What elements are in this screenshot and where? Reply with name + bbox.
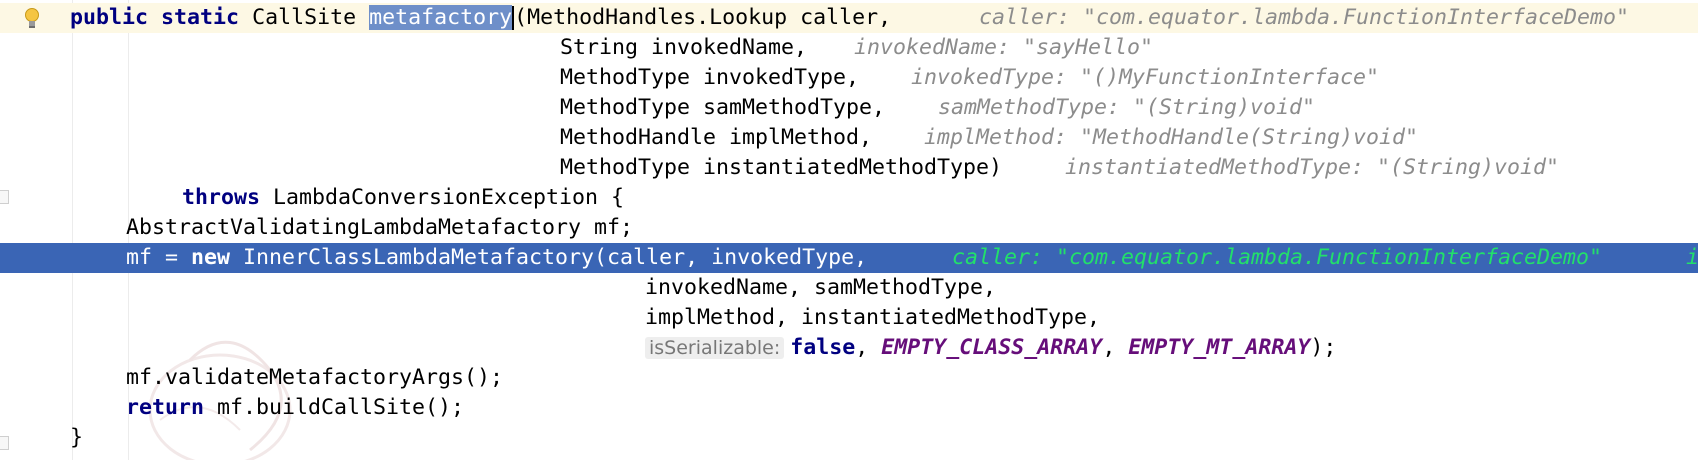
inline-debug-hint: implMethod: "MethodHandle(String)void"	[924, 125, 1419, 150]
keyword: new	[191, 245, 231, 270]
inline-debug-hint-truncated: i	[1686, 245, 1698, 270]
code-text: mf =	[126, 245, 192, 270]
code-text: mf.validateMetafactoryArgs();	[126, 365, 504, 390]
lightbulb-icon[interactable]	[22, 7, 42, 29]
parameter-name-hint: isSerializable:	[645, 337, 785, 359]
code-line-14[interactable]: return mf.buildCallSite();	[0, 393, 1698, 423]
code-text: ,	[1102, 335, 1129, 360]
code-line-13[interactable]: mf.validateMetafactoryArgs();	[0, 363, 1698, 393]
code-line-10[interactable]: invokedName, samMethodType,	[0, 273, 1698, 303]
keyword: return	[126, 395, 205, 420]
code-text: MethodType invokedType,	[560, 65, 860, 90]
inline-debug-hint: invokedName: "sayHello"	[854, 35, 1154, 60]
code-text: AbstractValidatingLambdaMetafactory mf;	[126, 215, 634, 240]
code-text: invokedName, samMethodType,	[645, 275, 997, 300]
code-text: implMethod, instantiatedMethodType,	[645, 305, 1101, 330]
keyword: throws	[182, 185, 261, 210]
code-text: );	[1310, 335, 1337, 360]
code-line-3[interactable]: MethodType invokedType, invokedType: "()…	[0, 63, 1698, 93]
code-text: MethodType instantiatedMethodType)	[560, 155, 1003, 180]
constant: EMPTY_CLASS_ARRAY	[881, 335, 1103, 360]
keyword: false	[790, 335, 856, 360]
code-text: MethodHandle implMethod,	[560, 125, 873, 150]
code-text: }	[70, 425, 84, 450]
inline-debug-hint: instantiatedMethodType: "(String)void"	[1065, 155, 1560, 180]
code-line-15[interactable]: }	[0, 423, 1698, 453]
code-line-8[interactable]: AbstractValidatingLambdaMetafactory mf;	[0, 213, 1698, 243]
code-line-6[interactable]: MethodType instantiatedMethodType) insta…	[0, 153, 1698, 183]
code-line-2[interactable]: String invokedName, invokedName: "sayHel…	[0, 33, 1698, 63]
code-line-1[interactable]: public static CallSite metafactory(Metho…	[0, 3, 1698, 33]
return-type: CallSite	[252, 5, 357, 30]
code-text: ,	[855, 335, 882, 360]
code-line-5[interactable]: MethodHandle implMethod, implMethod: "Me…	[0, 123, 1698, 153]
keyword: static	[161, 5, 240, 30]
code-text: LambdaConversionException {	[273, 185, 625, 210]
code-line-12[interactable]: isSerializable: false, EMPTY_CLASS_ARRAY,…	[0, 333, 1698, 363]
inline-debug-hint: samMethodType: "(String)void"	[938, 95, 1316, 120]
method-name-highlight[interactable]: metafactory	[369, 5, 513, 30]
code-text: mf.buildCallSite();	[217, 395, 465, 420]
constant: EMPTY_MT_ARRAY	[1128, 335, 1311, 360]
code-text: String invokedName,	[560, 35, 808, 60]
keyword: public	[70, 5, 149, 30]
inline-debug-hint: invokedType: "()MyFunctionInterface"	[911, 65, 1380, 90]
inline-debug-hint: caller: "com.equator.lambda.FunctionInte…	[952, 245, 1603, 270]
code-text: (MethodHandles.Lookup caller,	[514, 5, 892, 30]
code-editor[interactable]: public static CallSite metafactory(Metho…	[0, 0, 1698, 460]
code-line-4[interactable]: MethodType samMethodType, samMethodType:…	[0, 93, 1698, 123]
code-line-7[interactable]: throws LambdaConversionException {	[0, 183, 1698, 213]
code-line-11[interactable]: implMethod, instantiatedMethodType,	[0, 303, 1698, 333]
code-text: MethodType samMethodType,	[560, 95, 886, 120]
code-text: InnerClassLambdaMetafactory(caller, invo…	[243, 245, 868, 270]
code-line-9-selected[interactable]: mf = new InnerClassLambdaMetafactory(cal…	[0, 243, 1698, 273]
inline-debug-hint: caller: "com.equator.lambda.FunctionInte…	[979, 5, 1630, 30]
